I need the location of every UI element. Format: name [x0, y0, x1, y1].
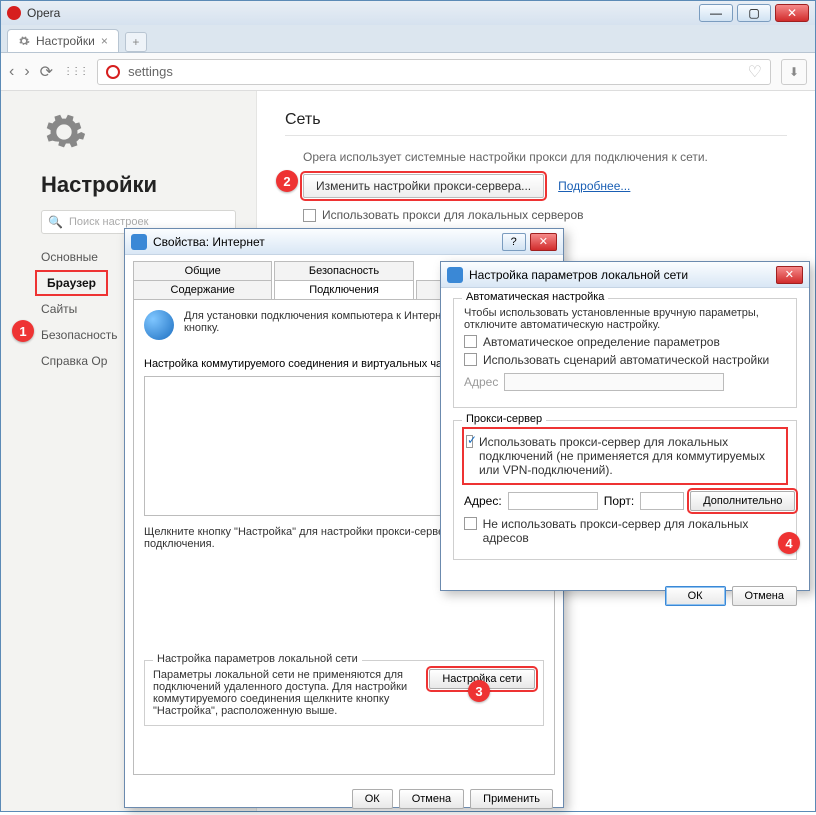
inet-tab-content[interactable]: Содержание	[133, 280, 272, 299]
inet-tab-security[interactable]: Безопасность	[274, 261, 413, 280]
inet-apply-button[interactable]: Применить	[470, 789, 553, 809]
proxy-port-label: Порт:	[604, 494, 635, 508]
close-button[interactable]: ✕	[775, 4, 809, 22]
toolbar: ‹ › ⟳ ⋮⋮⋮ ♡ ⬇	[1, 53, 815, 91]
url-box[interactable]: ♡	[97, 59, 771, 85]
sidebar-heading: Настройки	[41, 172, 256, 198]
local-proxy-label: Использовать прокси для локальных сервер…	[322, 208, 584, 222]
opera-titlebar: Opera — ▢ ✕	[1, 1, 815, 25]
lan-settings-dialog: Настройка параметров локальной сети ✕ Ав…	[440, 261, 810, 591]
callout-badge-1: 1	[12, 320, 34, 342]
section-title: Сеть	[285, 111, 787, 129]
auto-script-label: Использовать сценарий автоматической нас…	[483, 353, 769, 367]
inet-icon	[131, 234, 147, 250]
bypass-local-label: Не использовать прокси-сервер для локаль…	[483, 517, 786, 545]
callout-badge-4: 4	[778, 532, 800, 554]
lan-ok-button[interactable]: ОК	[665, 586, 726, 606]
tab-settings[interactable]: Настройки ×	[7, 29, 119, 52]
inet-help-button[interactable]: ?	[502, 233, 526, 251]
new-tab-button[interactable]: +	[125, 32, 147, 52]
inet-close-button[interactable]: ✕	[530, 233, 557, 251]
section-desc: Opera использует системные настройки про…	[303, 150, 787, 164]
lan-close-button[interactable]: ✕	[776, 266, 803, 284]
lan-proxy-label: Прокси-сервер	[462, 413, 546, 425]
inet-lan-desc: Параметры локальной сети не применяются …	[153, 669, 419, 717]
inet-ok-button[interactable]: ОК	[352, 789, 393, 809]
inet-title: Свойства: Интернет	[153, 235, 265, 249]
auto-addr-label: Адрес	[464, 375, 498, 389]
search-placeholder: Поиск настроек	[69, 216, 148, 228]
download-button[interactable]: ⬇	[781, 59, 807, 85]
bookmark-icon[interactable]: ♡	[748, 62, 762, 82]
auto-detect-checkbox[interactable]	[464, 335, 477, 348]
back-button[interactable]: ‹	[9, 63, 14, 81]
inet-tab-general[interactable]: Общие	[133, 261, 272, 280]
auto-script-checkbox[interactable]	[464, 353, 477, 366]
inet-lan-group-label: Настройка параметров локальной сети	[153, 653, 362, 665]
lan-button-row: ОК Отмена	[441, 582, 809, 616]
forward-button[interactable]: ›	[24, 63, 29, 81]
globe-icon	[144, 310, 174, 340]
lan-auto-fieldset: Автоматическая настройка Чтобы использов…	[453, 298, 797, 408]
minimize-button[interactable]: —	[699, 4, 733, 22]
local-proxy-checkbox[interactable]	[303, 209, 316, 222]
use-proxy-label: Использовать прокси-сервер для локальных…	[479, 435, 784, 477]
callout-badge-2: 2	[276, 170, 298, 192]
sidebar-item-browser[interactable]: Браузер	[35, 270, 108, 296]
proxy-advanced-button[interactable]: Дополнительно	[690, 491, 795, 511]
use-proxy-checkbox[interactable]	[466, 435, 473, 448]
maximize-button[interactable]: ▢	[737, 4, 771, 22]
callout-badge-3: 3	[468, 680, 490, 702]
inet-tab-connections[interactable]: Подключения	[274, 280, 413, 299]
tab-label: Настройки	[36, 34, 95, 48]
lan-titlebar: Настройка параметров локальной сети ✕	[441, 262, 809, 288]
change-proxy-button[interactable]: Изменить настройки прокси-сервера...	[303, 174, 544, 198]
search-icon: 🔍	[48, 215, 63, 229]
speed-dial-button[interactable]: ⋮⋮⋮	[63, 66, 87, 77]
tab-close-icon[interactable]: ×	[101, 34, 108, 48]
auto-addr-input	[504, 373, 724, 391]
reload-button[interactable]: ⟳	[40, 62, 53, 82]
lan-auto-label: Автоматическая настройка	[462, 291, 608, 303]
proxy-port-input[interactable]	[640, 492, 684, 510]
learn-more-link[interactable]: Подробнее...	[558, 179, 630, 193]
proxy-addr-label: Адрес:	[464, 494, 502, 508]
settings-gear-icon	[41, 109, 87, 155]
inet-button-row: ОК Отмена Применить	[125, 783, 563, 815]
lan-title: Настройка параметров локальной сети	[469, 268, 688, 282]
auto-detect-label: Автоматическое определение параметров	[483, 335, 720, 349]
app-title: Opera	[27, 6, 60, 20]
proxy-addr-input[interactable]	[508, 492, 598, 510]
lan-proxy-fieldset: Прокси-сервер Использовать прокси-сервер…	[453, 420, 797, 560]
lan-icon	[447, 267, 463, 283]
lan-body: Автоматическая настройка Чтобы использов…	[441, 288, 809, 582]
bypass-local-checkbox[interactable]	[464, 517, 477, 530]
opera-icon	[7, 6, 21, 20]
gear-icon	[18, 35, 30, 47]
opera-badge-icon	[106, 65, 120, 79]
tabstrip: Настройки × +	[1, 25, 815, 53]
inet-cancel-button[interactable]: Отмена	[399, 789, 464, 809]
inet-titlebar: Свойства: Интернет ? ✕	[125, 229, 563, 255]
lan-cancel-button[interactable]: Отмена	[732, 586, 797, 606]
url-input[interactable]	[128, 64, 740, 79]
lan-auto-desc: Чтобы использовать установленные вручную…	[464, 307, 786, 331]
